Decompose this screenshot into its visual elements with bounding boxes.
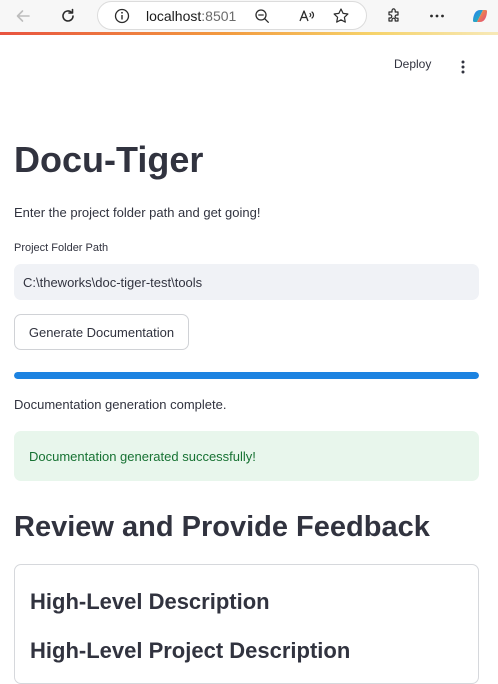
- deploy-button[interactable]: Deploy: [394, 57, 431, 71]
- review-card: High-Level Description High-Level Projec…: [14, 564, 479, 684]
- progress-bar-fill: [14, 372, 479, 379]
- browser-toolbar: localhost:8501: [0, 0, 498, 32]
- status-text: Documentation generation complete.: [14, 397, 227, 412]
- copilot-icon[interactable]: [468, 4, 492, 28]
- extensions-icon[interactable]: [382, 4, 406, 28]
- url-host: localhost: [146, 8, 202, 24]
- generate-documentation-button[interactable]: Generate Documentation: [14, 314, 189, 350]
- more-icon[interactable]: [425, 4, 449, 28]
- vertical-dots-icon[interactable]: [455, 59, 471, 75]
- folder-path-label: Project Folder Path: [14, 242, 109, 254]
- url-text[interactable]: localhost:8501: [146, 8, 236, 24]
- progress-bar: [14, 372, 479, 379]
- app-header: Deploy: [0, 35, 498, 95]
- intro-text: Enter the project folder path and get go…: [14, 205, 261, 220]
- back-arrow-icon[interactable]: [11, 4, 35, 28]
- zoom-out-icon[interactable]: [252, 6, 272, 26]
- refresh-icon[interactable]: [56, 4, 80, 28]
- favorite-star-icon[interactable]: [331, 6, 351, 26]
- card-subheading: High-Level Project Description: [30, 638, 351, 663]
- info-icon[interactable]: [112, 6, 132, 26]
- url-port: :8501: [201, 8, 237, 24]
- folder-path-input[interactable]: [14, 264, 479, 300]
- success-alert-text: Documentation generated successfully!: [29, 448, 256, 464]
- address-bar[interactable]: localhost:8501: [97, 1, 367, 30]
- success-alert: Documentation generated successfully!: [14, 431, 479, 481]
- review-section-heading: Review and Provide Feedback: [14, 511, 430, 543]
- read-aloud-icon[interactable]: [297, 6, 317, 26]
- page-title: Docu-Tiger: [14, 139, 204, 180]
- card-heading: High-Level Description: [30, 589, 270, 614]
